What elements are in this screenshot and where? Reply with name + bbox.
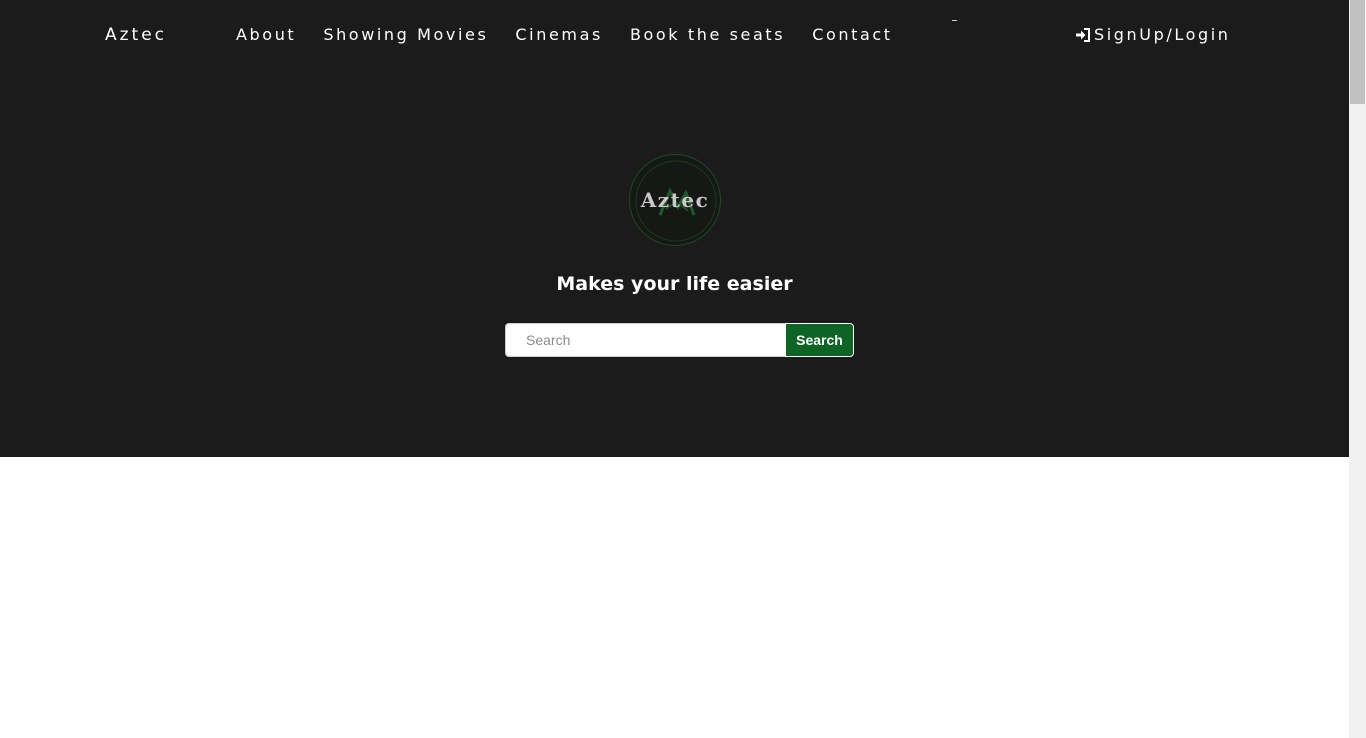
nav-dash-mark xyxy=(952,20,957,21)
signup-login-link[interactable]: SignUp/Login xyxy=(1075,25,1231,44)
brand-link[interactable]: Aztec xyxy=(105,25,167,45)
search-button[interactable]: Search xyxy=(785,323,854,357)
hero-section: Aztec About Showing Movies Cinemas Book … xyxy=(0,0,1349,457)
logo-text: Aztec xyxy=(640,188,710,212)
navbar: Aztec About Showing Movies Cinemas Book … xyxy=(0,0,1349,70)
nav-links: About Showing Movies Cinemas Book the se… xyxy=(236,25,920,44)
tagline: Makes your life easier xyxy=(556,273,793,295)
aztec-logo: Aztec xyxy=(629,154,721,246)
scrollbar-track[interactable] xyxy=(1349,0,1366,738)
nav-link-book-the-seats[interactable]: Book the seats xyxy=(630,25,785,44)
nav-link-showing-movies[interactable]: Showing Movies xyxy=(323,25,488,44)
search-form: Search xyxy=(505,323,854,357)
nav-link-about[interactable]: About xyxy=(236,25,296,44)
search-input[interactable] xyxy=(505,323,785,357)
nav-link-contact[interactable]: Contact xyxy=(812,25,892,44)
scrollbar-thumb[interactable] xyxy=(1350,0,1365,104)
signup-login-label: SignUp/Login xyxy=(1094,25,1231,44)
sign-in-icon xyxy=(1075,27,1091,43)
nav-link-cinemas[interactable]: Cinemas xyxy=(515,25,603,44)
